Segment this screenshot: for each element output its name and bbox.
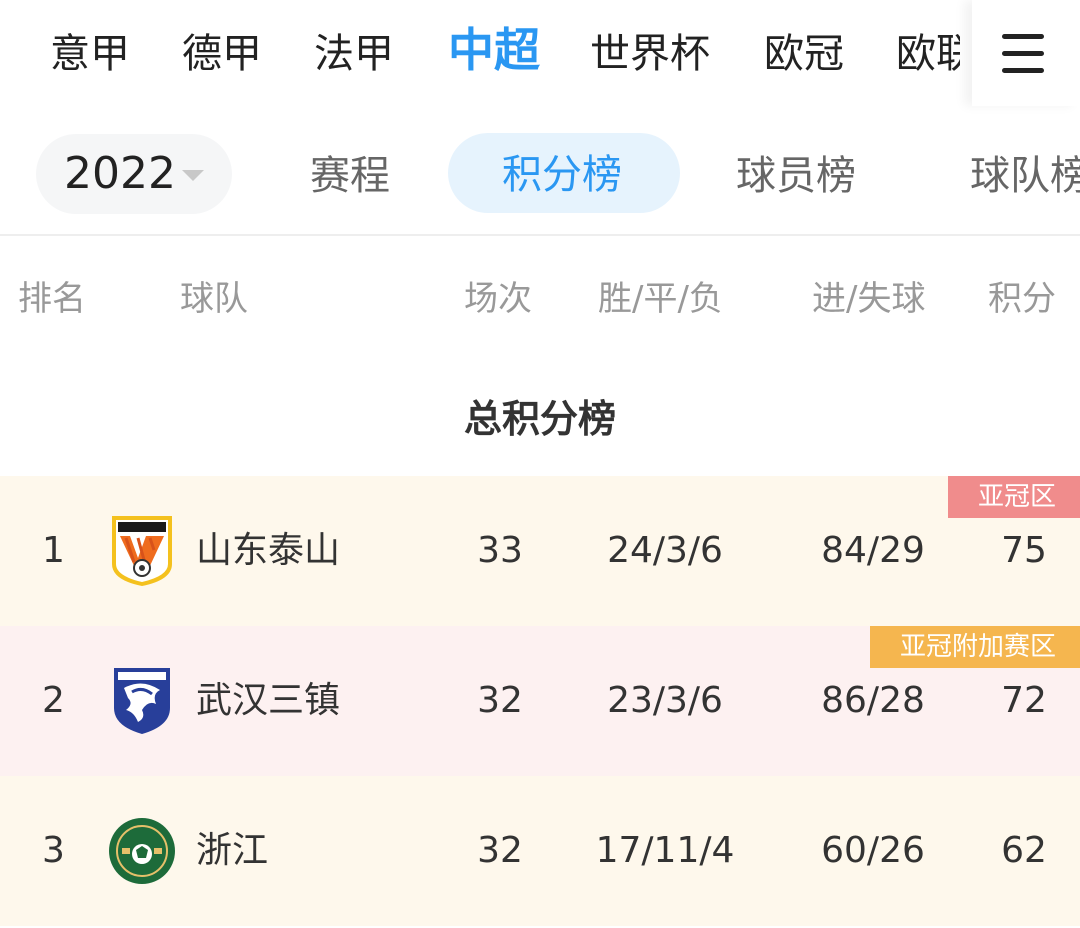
matches-played: 32 <box>477 680 523 721</box>
zone-badge: 亚冠附加赛区 <box>869 626 1080 668</box>
team-rank: 1 <box>42 530 65 571</box>
section-title: 总积分榜 <box>463 397 616 441</box>
tab-standings-label: 积分榜 <box>502 152 622 198</box>
team-name: 浙江 <box>196 830 269 871</box>
tab-player-rank[interactable]: 球员榜 <box>736 150 856 202</box>
sub-tabs: 2022 赛程 积分榜 球员榜 球队榜 <box>0 110 1080 236</box>
table-row[interactable]: 亚冠区 1 山东泰山 33 24/3/6 84/29 75 <box>0 476 1080 626</box>
league-tab-bundesliga[interactable]: 德甲 <box>182 26 262 82</box>
zone-badge: 亚冠区 <box>947 476 1080 518</box>
league-nav: 意甲 德甲 法甲 中超 世界杯 欧冠 欧联 <box>0 0 1080 110</box>
menu-icon-bar <box>1002 68 1044 73</box>
league-tab-ucl[interactable]: 欧冠 <box>764 26 844 82</box>
table-row[interactable]: 亚冠附加赛区 2 武汉三镇 32 23/3/6 86/28 72 <box>0 626 1080 776</box>
col-goals: 进/失球 <box>812 279 926 319</box>
menu-button[interactable] <box>972 0 1080 106</box>
col-points: 积分 <box>988 279 1056 319</box>
col-rank: 排名 <box>18 279 86 319</box>
team-rank: 2 <box>42 680 65 721</box>
points: 75 <box>1001 530 1047 571</box>
wuhan-shield-icon <box>114 668 170 734</box>
zhejiang-badge-icon <box>109 818 175 884</box>
matches-played: 32 <box>477 830 523 871</box>
team-rank: 3 <box>42 830 65 871</box>
win-draw-loss: 23/3/6 <box>607 680 723 721</box>
team-name: 山东泰山 <box>196 530 341 571</box>
team-name: 武汉三镇 <box>196 680 341 721</box>
tab-standings[interactable]: 积分榜 <box>448 133 680 213</box>
menu-icon <box>1002 34 1044 39</box>
year-select[interactable]: 2022 <box>36 134 232 214</box>
col-wdl: 胜/平/负 <box>598 279 723 319</box>
col-team: 球队 <box>180 279 248 319</box>
goals-for-against: 60/26 <box>821 830 925 871</box>
col-played: 场次 <box>464 279 532 319</box>
tsfc-shield-icon <box>112 516 172 586</box>
win-draw-loss: 17/11/4 <box>595 830 735 871</box>
league-tab-serie-a[interactable]: 意甲 <box>50 26 130 82</box>
win-draw-loss: 24/3/6 <box>607 530 723 571</box>
year-value: 2022 <box>64 148 176 199</box>
league-scroll: 意甲 德甲 法甲 中超 世界杯 欧冠 欧联 <box>0 0 960 110</box>
league-tab-uel[interactable]: 欧联 <box>896 26 960 82</box>
points: 62 <box>1001 830 1047 871</box>
league-tab-csl[interactable]: 中超 <box>448 22 540 78</box>
league-tab-world-cup[interactable]: 世界杯 <box>590 26 710 82</box>
menu-icon-bar <box>1002 51 1044 56</box>
tab-team-rank[interactable]: 球队榜 <box>970 150 1080 202</box>
goals-for-against: 86/28 <box>821 680 925 721</box>
tab-schedule[interactable]: 赛程 <box>310 150 390 202</box>
goals-for-against: 84/29 <box>821 530 925 571</box>
points: 72 <box>1001 680 1047 721</box>
table-row[interactable]: 3 浙江 32 17/11/4 60/26 62 <box>0 776 1080 926</box>
caret-down-icon <box>182 170 204 181</box>
league-tab-ligue-1[interactable]: 法甲 <box>314 26 394 82</box>
matches-played: 33 <box>477 530 523 571</box>
